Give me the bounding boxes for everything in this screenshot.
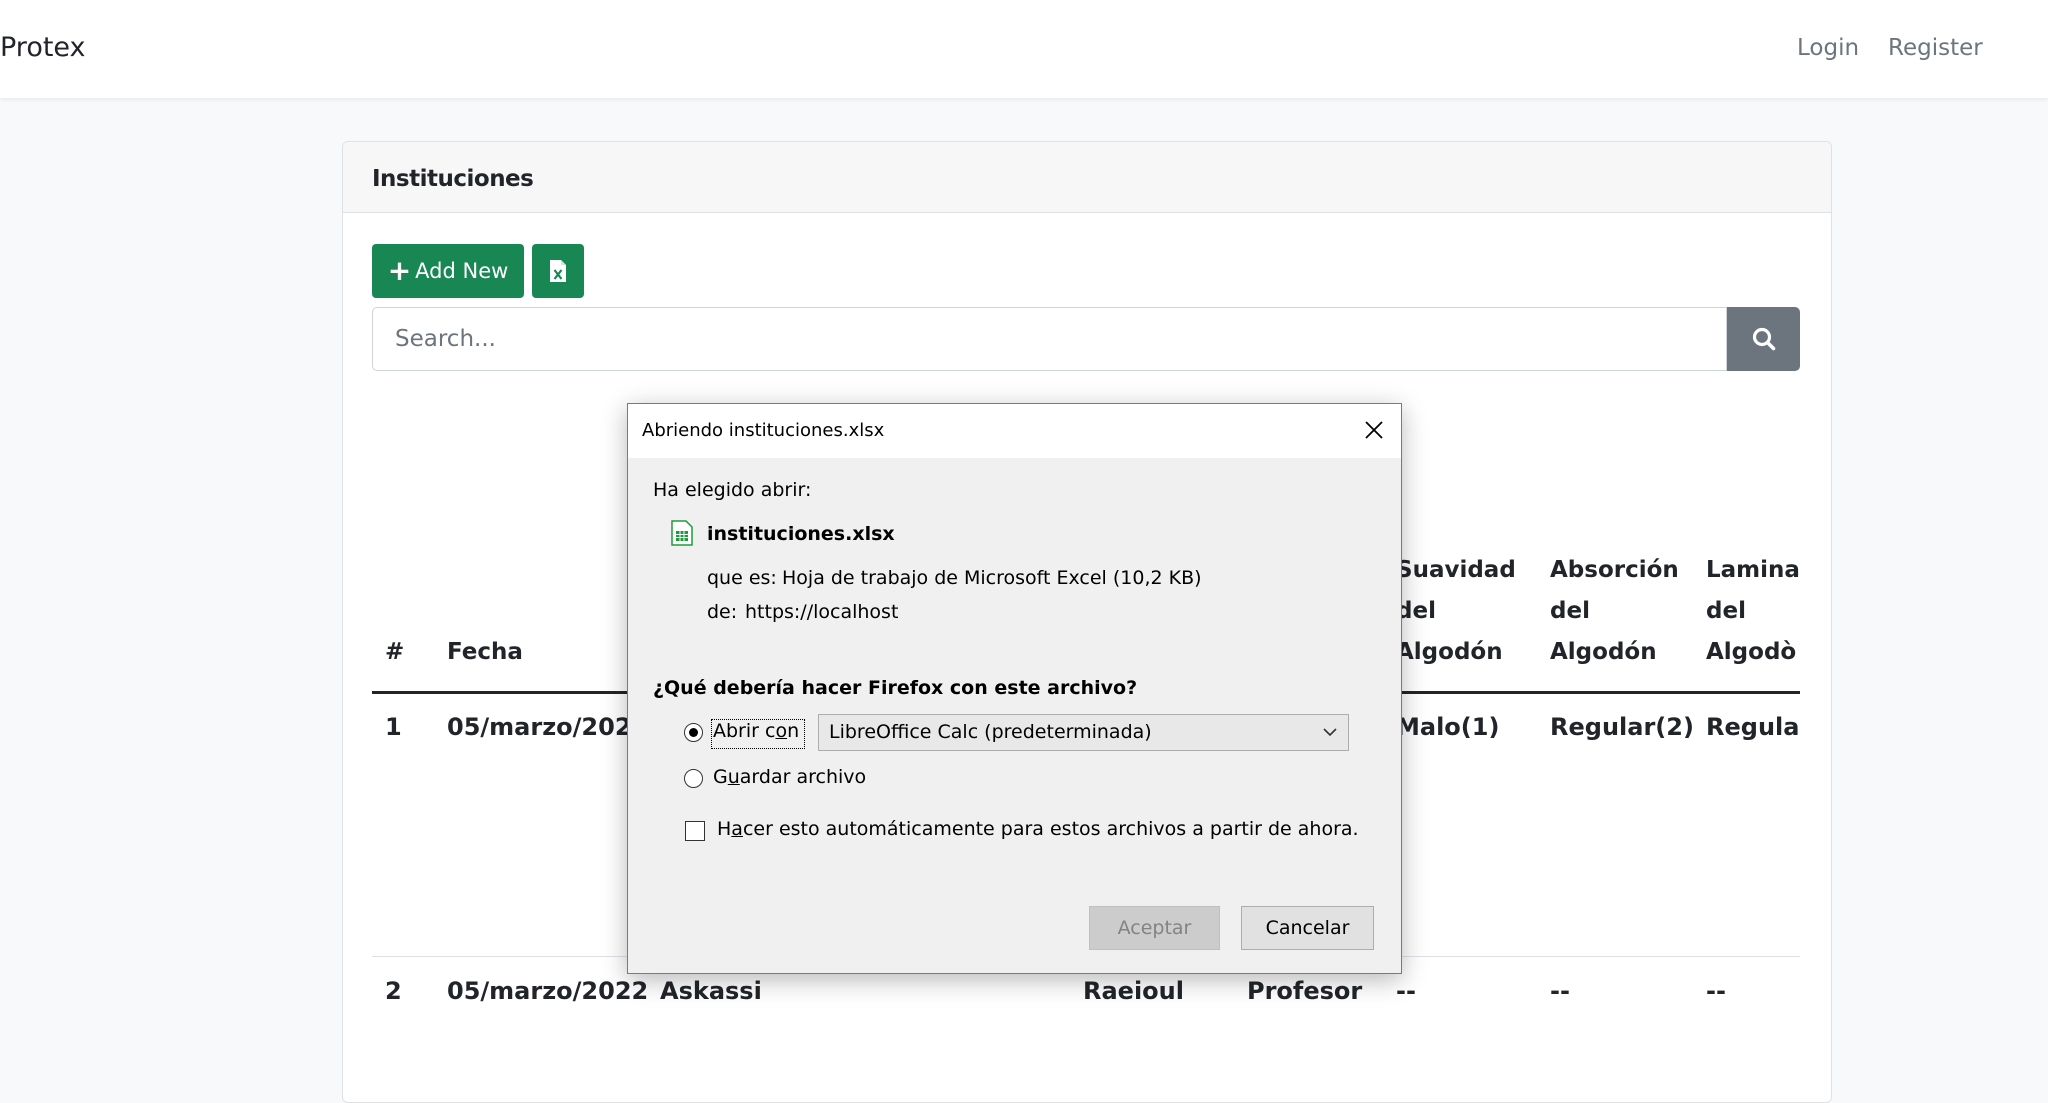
auto-action-checkbox[interactable]	[685, 821, 705, 841]
row-name: Raeioul	[1083, 977, 1184, 1005]
export-excel-button[interactable]	[532, 244, 584, 298]
header-laminado: Lamina del Algodò	[1706, 550, 1800, 673]
header-laminado-line2: del	[1706, 598, 1746, 624]
header-absorcion-line1: Absorción	[1550, 557, 1679, 583]
top-navbar: Protex Login Register	[0, 0, 2048, 98]
plus-icon: +	[387, 254, 412, 287]
row-number: 1	[385, 713, 402, 741]
row-absorcion: --	[1550, 977, 1570, 1005]
excel-file-icon	[550, 260, 566, 282]
save-file-label[interactable]: Guardar archivo	[713, 766, 866, 788]
header-suavidad: Suavidad del Algodón	[1396, 550, 1514, 673]
search-input[interactable]: Search...	[372, 307, 1727, 371]
open-file-dialog: Abriendo instituciones.xlsx Ha elegido a…	[627, 403, 1402, 974]
header-number: #	[385, 639, 405, 665]
search-button[interactable]	[1727, 307, 1800, 371]
row-fecha: 05/marzo/2022	[447, 977, 649, 1005]
login-link[interactable]: Login	[1797, 35, 1859, 61]
dialog-titlebar[interactable]: Abriendo instituciones.xlsx	[628, 404, 1401, 458]
header-fecha: Fecha	[447, 639, 523, 665]
dialog-type-label: que es:	[707, 567, 777, 589]
row-suavidad: --	[1396, 977, 1416, 1005]
header-absorcion-line3: Algodón	[1550, 639, 1657, 665]
dialog-filename: instituciones.xlsx	[707, 523, 895, 545]
header-suavidad-line1: Suavidad	[1396, 557, 1514, 583]
row-role: Profesor	[1247, 977, 1363, 1005]
close-icon[interactable]	[1361, 417, 1387, 443]
add-new-button[interactable]: + Add New	[372, 244, 524, 298]
row-fecha: 05/marzo/2022	[447, 713, 649, 741]
row-laminado: Regular	[1706, 713, 1800, 741]
row-suavidad: Malo(1)	[1396, 713, 1500, 741]
open-with-label[interactable]: Abrir con	[713, 720, 799, 742]
header-suavidad-line3: Algodón	[1396, 639, 1503, 665]
header-laminado-line3: Algodò	[1706, 639, 1797, 665]
row-number: 2	[385, 977, 402, 1005]
open-with-app-value: LibreOffice Calc (predeterminada)	[829, 721, 1152, 743]
row-institution: Askassi	[660, 977, 762, 1005]
chevron-down-icon	[1323, 728, 1337, 737]
save-file-radio[interactable]	[684, 769, 703, 788]
accept-button[interactable]: Aceptar	[1089, 906, 1220, 950]
auto-action-label[interactable]: Hacer esto automáticamente para estos ar…	[717, 818, 1359, 840]
header-laminado-line1: Lamina	[1706, 557, 1800, 583]
card-title: Instituciones	[372, 166, 534, 192]
dialog-question: ¿Qué debería hacer Firefox con este arch…	[653, 677, 1138, 699]
card-header: Instituciones	[343, 142, 1831, 213]
brand-logo[interactable]: Protex	[0, 32, 86, 63]
register-link[interactable]: Register	[1888, 35, 1983, 61]
row-absorcion: Regular(2)	[1550, 713, 1694, 741]
cancel-button[interactable]: Cancelar	[1241, 906, 1374, 950]
dialog-chosen-label: Ha elegido abrir:	[653, 479, 812, 501]
add-new-label: Add New	[415, 259, 509, 283]
dialog-from-value: https://localhost	[745, 601, 899, 623]
open-with-radio[interactable]	[684, 723, 703, 742]
header-absorcion-line2: del	[1550, 598, 1590, 624]
header-absorcion: Absorción del Algodón	[1550, 550, 1679, 673]
search-icon	[1752, 327, 1775, 351]
dialog-type-value: Hoja de trabajo de Microsoft Excel (10,2…	[782, 567, 1202, 589]
dialog-from-label: de:	[707, 601, 738, 623]
dialog-title: Abriendo instituciones.xlsx	[642, 420, 885, 441]
open-with-app-select[interactable]: LibreOffice Calc (predeterminada)	[818, 714, 1349, 751]
header-suavidad-line2: del	[1396, 598, 1436, 624]
spreadsheet-file-icon	[671, 520, 693, 546]
row-laminado: --	[1706, 977, 1726, 1005]
